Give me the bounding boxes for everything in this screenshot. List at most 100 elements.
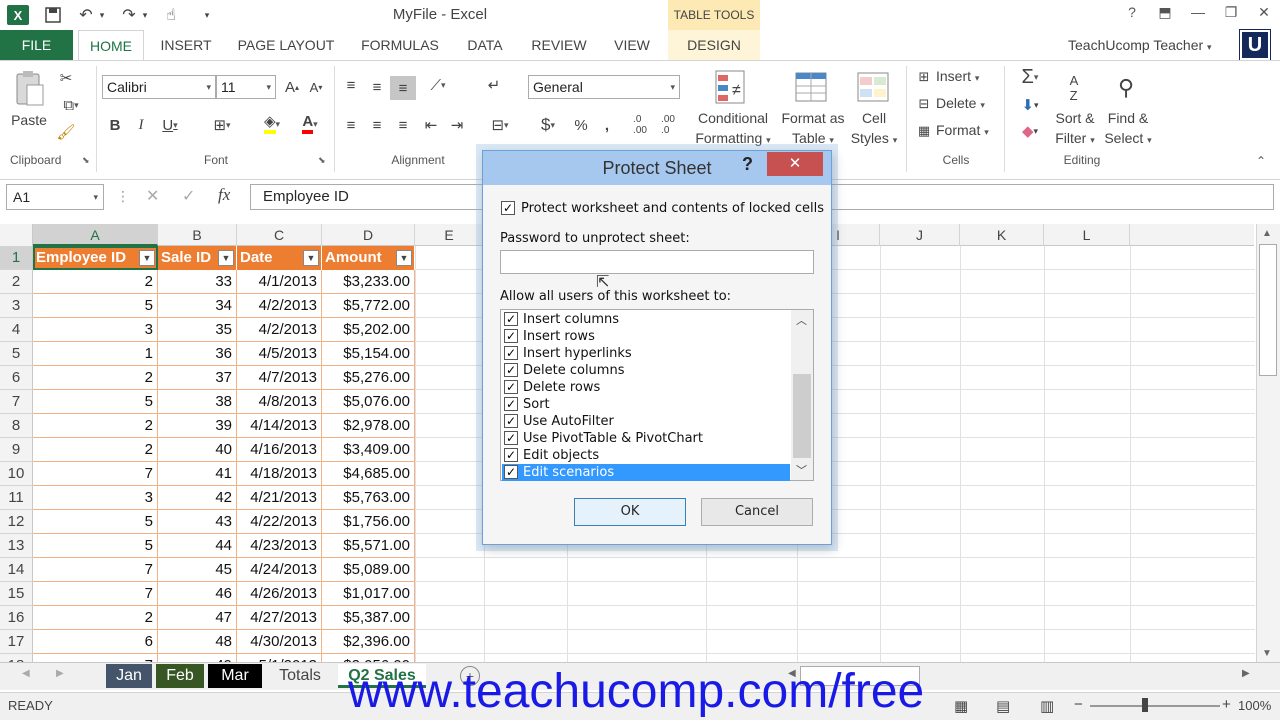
tab-design[interactable]: DESIGN xyxy=(668,30,760,60)
table-cell[interactable]: 40 xyxy=(158,438,237,462)
italic-icon[interactable]: I xyxy=(132,114,150,136)
dialog-help-icon[interactable]: ? xyxy=(742,154,753,175)
cancel-entry-icon[interactable]: ✕ xyxy=(146,186,159,206)
find-select-icon[interactable]: ⚲ xyxy=(1108,68,1144,108)
table-cell[interactable]: 36 xyxy=(158,342,237,366)
insert-cells-button[interactable]: Insert ▾ xyxy=(936,68,979,84)
insert-function-icon[interactable]: fx xyxy=(218,185,230,205)
column-header[interactable]: J xyxy=(880,224,960,246)
filter-dropdown-icon[interactable]: ▼ xyxy=(139,250,155,266)
zoom-out-icon[interactable]: − xyxy=(1074,696,1083,713)
cell-styles-icon[interactable] xyxy=(854,68,894,108)
user-account[interactable]: TeachUcomp Teacher ▾ xyxy=(1068,30,1212,60)
list-scroll-down-icon[interactable]: ﹀ xyxy=(796,462,807,478)
permission-checkbox[interactable]: ✓ xyxy=(504,397,518,411)
paste-icon[interactable] xyxy=(12,68,46,108)
row-header[interactable]: 11 xyxy=(0,486,33,510)
column-header[interactable]: L xyxy=(1044,224,1130,246)
table-cell[interactable]: 4/5/2013 xyxy=(237,342,322,366)
conditional-formatting-label[interactable]: Conditional Formatting ▾ xyxy=(690,108,776,150)
bold-icon[interactable]: B xyxy=(106,114,124,136)
minimize-icon[interactable]: — xyxy=(1183,4,1213,24)
table-cell[interactable]: 38 xyxy=(158,390,237,414)
password-input[interactable] xyxy=(500,250,814,274)
tab-formulas[interactable]: FORMULAS xyxy=(350,30,450,60)
collapse-ribbon-icon[interactable]: ⌃ xyxy=(1256,154,1266,168)
zoom-level[interactable]: 100% xyxy=(1238,698,1271,713)
table-cell[interactable]: $5,772.00 xyxy=(322,294,415,318)
align-left-icon[interactable]: ≡ xyxy=(340,114,362,136)
zoom-slider-thumb[interactable] xyxy=(1142,698,1148,712)
table-cell[interactable]: 2 xyxy=(33,270,158,294)
column-header[interactable]: A xyxy=(33,224,158,246)
table-cell[interactable]: $1,756.00 xyxy=(322,510,415,534)
permission-checkbox[interactable]: ✓ xyxy=(504,329,518,343)
zoom-slider[interactable] xyxy=(1090,705,1220,707)
customize-qat-icon[interactable]: ▾ xyxy=(200,3,214,27)
table-cell[interactable]: 7 xyxy=(33,462,158,486)
table-cell[interactable]: $2,396.00 xyxy=(322,630,415,654)
dialog-close-icon[interactable]: ✕ xyxy=(767,152,823,176)
table-cell[interactable]: 4/27/2013 xyxy=(237,606,322,630)
row-header[interactable]: 3 xyxy=(0,294,33,318)
table-cell[interactable]: 4/18/2013 xyxy=(237,462,322,486)
sort-filter-icon[interactable]: AZ xyxy=(1056,68,1092,108)
insert-cells-icon[interactable]: ⊞ xyxy=(914,68,934,86)
percent-icon[interactable]: % xyxy=(570,114,592,136)
dialog-launcher-icon[interactable]: ⬊ xyxy=(318,155,326,166)
table-cell[interactable]: $1,017.00 xyxy=(322,582,415,606)
permission-checkbox[interactable]: ✓ xyxy=(504,312,518,326)
grow-font-icon[interactable]: A ▴ xyxy=(282,76,302,98)
table-cell[interactable]: $5,089.00 xyxy=(322,558,415,582)
table-cell[interactable]: 47 xyxy=(158,606,237,630)
undo-dropdown-icon[interactable]: ▾ xyxy=(96,3,108,27)
table-cell[interactable]: 2 xyxy=(33,438,158,462)
page-break-view-icon[interactable]: ▥ xyxy=(1040,697,1054,715)
row-header[interactable]: 12 xyxy=(0,510,33,534)
normal-view-icon[interactable]: ▦ xyxy=(954,697,968,715)
dialog-launcher-icon[interactable]: ⬊ xyxy=(82,155,90,166)
save-icon[interactable] xyxy=(42,3,64,27)
column-header[interactable]: D xyxy=(322,224,415,246)
ok-button[interactable]: OK xyxy=(574,498,686,526)
table-cell[interactable]: $5,763.00 xyxy=(322,486,415,510)
table-cell[interactable]: 2 xyxy=(33,414,158,438)
tab-page-layout[interactable]: PAGE LAYOUT xyxy=(228,30,344,60)
sort-filter-label[interactable]: Sort & Filter ▾ xyxy=(1050,108,1100,150)
increase-decimal-icon[interactable]: .0.00 xyxy=(628,114,652,136)
filter-dropdown-icon[interactable]: ▼ xyxy=(218,250,234,266)
table-cell[interactable]: $5,076.00 xyxy=(322,390,415,414)
table-cell[interactable]: $5,571.00 xyxy=(322,534,415,558)
filter-dropdown-icon[interactable]: ▼ xyxy=(303,250,319,266)
table-cell[interactable]: 43 xyxy=(158,510,237,534)
row-header[interactable]: 4 xyxy=(0,318,33,342)
table-cell[interactable]: 4/16/2013 xyxy=(237,438,322,462)
row-header[interactable]: 8 xyxy=(0,414,33,438)
tab-file[interactable]: FILE xyxy=(0,30,73,60)
list-scroll-up-icon[interactable]: ︿ xyxy=(796,312,807,328)
number-format-box[interactable]: General ▾ xyxy=(528,75,680,99)
redo-dropdown-icon[interactable]: ▾ xyxy=(139,3,151,27)
permission-checkbox[interactable]: ✓ xyxy=(504,380,518,394)
hscroll-right-icon[interactable]: ▶ xyxy=(1242,668,1250,679)
permission-checkbox[interactable]: ✓ xyxy=(504,448,518,462)
table-header-1[interactable]: Sale ID ▼ xyxy=(158,246,237,270)
sheet-tab-feb[interactable]: Feb xyxy=(156,664,204,688)
list-scroll-thumb[interactable] xyxy=(793,374,811,458)
tab-data[interactable]: DATA xyxy=(456,30,514,60)
table-cell[interactable]: 42 xyxy=(158,486,237,510)
decrease-indent-icon[interactable]: ⇤ xyxy=(420,114,442,136)
table-cell[interactable]: 3 xyxy=(33,486,158,510)
format-painter-icon[interactable]: 🖌 xyxy=(56,122,76,142)
table-cell[interactable]: 4/2/2013 xyxy=(237,294,322,318)
increase-indent-icon[interactable]: ⇥ xyxy=(446,114,468,136)
table-cell[interactable]: 4/26/2013 xyxy=(237,582,322,606)
column-header[interactable]: B xyxy=(158,224,237,246)
font-color-icon[interactable]: A ▾ xyxy=(292,112,328,136)
select-all-corner[interactable] xyxy=(0,224,33,246)
table-cell[interactable]: 6 xyxy=(33,630,158,654)
shrink-font-icon[interactable]: A ▾ xyxy=(306,76,326,98)
help-icon[interactable]: ? xyxy=(1117,4,1147,24)
table-cell[interactable]: 1 xyxy=(33,342,158,366)
table-cell[interactable]: 4/2/2013 xyxy=(237,318,322,342)
